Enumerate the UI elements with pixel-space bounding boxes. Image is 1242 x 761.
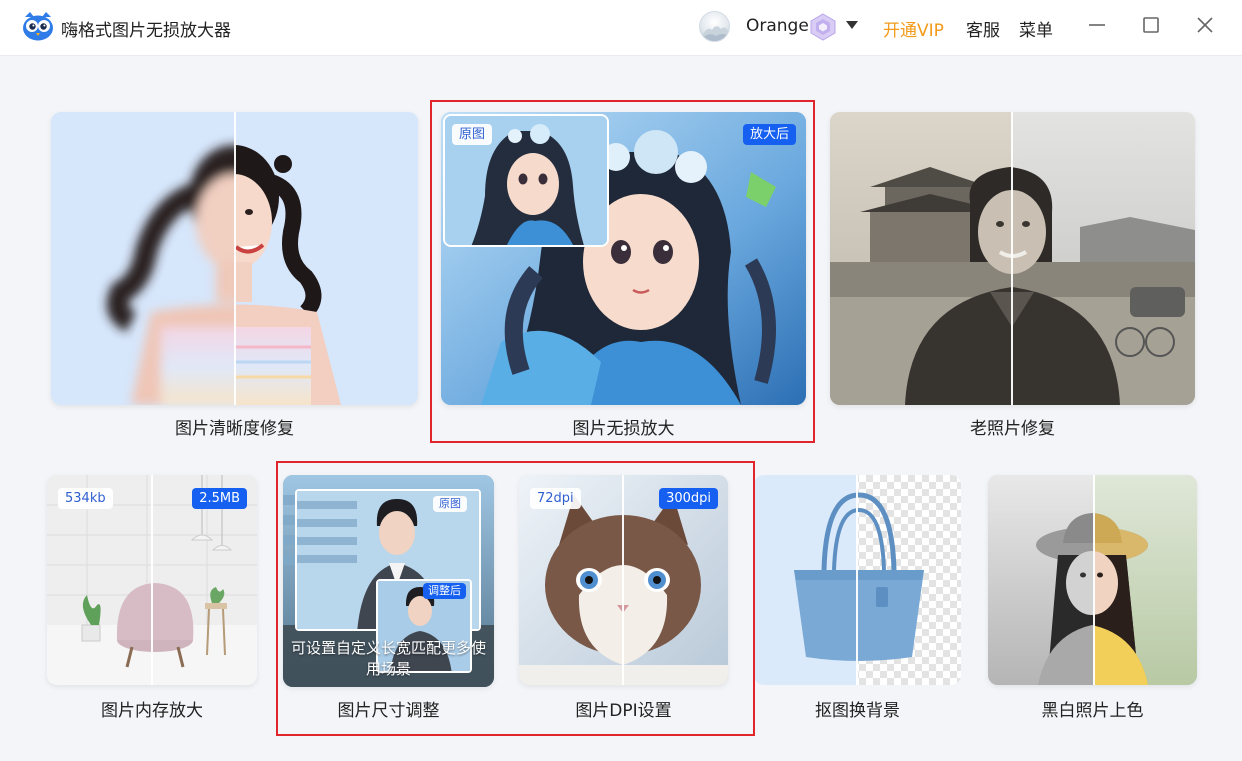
card-label: 老照片修复 [970,419,1055,439]
compare-divider[interactable] [1011,112,1013,405]
compare-divider[interactable] [856,475,858,685]
card-image-resize[interactable]: 原图 调整后 可设置自定义长宽匹配更多使用场景 图片尺寸调整 [283,475,494,721]
card-cutout-background[interactable]: 抠图换背景 [754,475,961,721]
compare-divider[interactable] [1093,475,1095,685]
card-label: 图片内存放大 [101,701,203,721]
card-label: 图片清晰度修复 [175,419,294,439]
chevron-down-icon[interactable] [846,21,858,29]
card-label: 图片尺寸调整 [337,701,440,721]
card-label: 图片无损放大 [572,419,675,439]
app-window: 嗨格式图片无损放大器 Orange 开通VIP 客服 菜单 图片清晰度修复 原图… [0,0,1242,761]
card-label: 黑白照片上色 [1041,701,1144,721]
clarity-restore-thumbnail [51,112,418,405]
open-vip-link[interactable]: 开通VIP [883,16,944,41]
memory-upscale-thumbnail: 534kb 2.5MB [47,475,257,685]
cutout-background-thumbnail [754,475,961,685]
after-size-tag: 2.5MB [192,488,247,509]
card-label: 抠图换背景 [815,701,900,721]
avatar[interactable] [699,11,730,42]
app-title: 嗨格式图片无损放大器 [61,21,231,41]
maximize-icon[interactable] [1141,15,1161,35]
owl-logo-icon [23,12,53,41]
card-clarity-restore[interactable]: 图片清晰度修复 [51,112,418,442]
close-icon[interactable] [1195,15,1215,35]
before-tag: 原图 [452,124,493,145]
card-dpi-setting[interactable]: 72dpi 300dpi 图片DPI设置 [519,475,728,721]
before-dpi-tag: 72dpi [530,488,581,509]
before-tag: 原图 [433,496,467,512]
before-size-tag: 534kb [58,488,113,509]
menu-link[interactable]: 菜单 [1019,16,1053,41]
card-colorize-photo[interactable]: 黑白照片上色 [988,475,1197,721]
card-memory-upscale[interactable]: 534kb 2.5MB 图片内存放大 [47,475,257,721]
after-tag: 调整后 [423,583,466,599]
lossless-upscale-thumbnail: 原图 放大后 [441,112,806,405]
after-dpi-tag: 300dpi [659,488,718,509]
resize-caption: 可设置自定义长宽匹配更多使用场景 [291,639,487,678]
old-photo-thumbnail [830,112,1195,405]
minimize-icon[interactable] [1087,15,1107,35]
compare-divider[interactable] [234,112,236,405]
after-tag: 放大后 [742,124,796,145]
dpi-setting-thumbnail: 72dpi 300dpi [519,475,728,685]
compare-divider[interactable] [151,475,153,685]
card-label: 图片DPI设置 [575,701,672,721]
vip-crystal-icon [810,13,836,41]
colorize-photo-thumbnail [988,475,1197,685]
card-old-photo-restore[interactable]: 老照片修复 [830,112,1195,442]
username[interactable]: Orange [746,16,809,36]
card-lossless-upscale[interactable]: 原图 放大后 图片无损放大 [441,112,806,442]
compare-divider[interactable] [622,475,624,685]
customer-service-link[interactable]: 客服 [966,16,1000,41]
image-resize-thumbnail: 原图 调整后 可设置自定义长宽匹配更多使用场景 [283,475,494,687]
title-bar: 嗨格式图片无损放大器 Orange 开通VIP 客服 菜单 [0,0,1242,56]
